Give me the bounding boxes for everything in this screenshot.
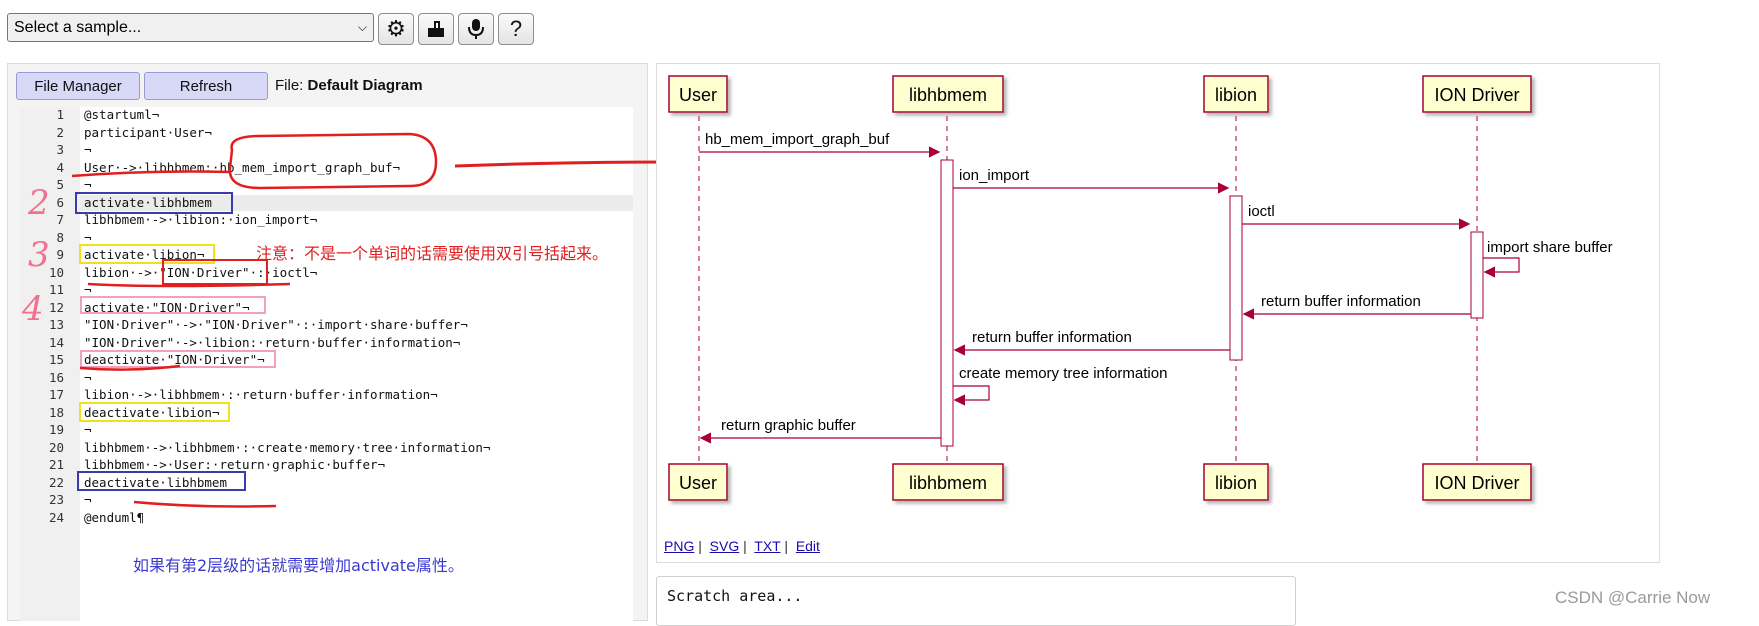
svg-text:ION Driver: ION Driver bbox=[1435, 473, 1520, 493]
link-separator: | bbox=[743, 538, 747, 554]
arrowhead bbox=[1483, 266, 1496, 278]
link-separator: | bbox=[698, 538, 702, 554]
message-label: hb_mem_import_graph_buf bbox=[705, 131, 890, 148]
message-label: ioctl bbox=[1248, 203, 1275, 220]
edit-link[interactable]: Edit bbox=[796, 538, 820, 554]
scratch-area[interactable]: Scratch area... bbox=[656, 576, 1296, 626]
activation-libhbmem bbox=[940, 159, 954, 447]
message-label: return graphic buffer bbox=[721, 417, 856, 434]
participant-user: User bbox=[668, 75, 728, 113]
svg-text:User: User bbox=[679, 85, 717, 105]
handwritten-number-4: 4 bbox=[21, 289, 44, 329]
message-label: create memory tree information bbox=[959, 365, 1167, 382]
scratch-placeholder: Scratch area... bbox=[667, 587, 803, 605]
message-label: import share buffer bbox=[1487, 239, 1613, 256]
message-label: ion_import bbox=[959, 167, 1030, 184]
participant-libhbmem: libhbmem bbox=[892, 75, 1004, 113]
arrowhead bbox=[1242, 308, 1255, 320]
arrowhead bbox=[928, 146, 941, 158]
participant-ion-driver: ION Driver bbox=[1422, 75, 1532, 113]
svg-text:ION Driver: ION Driver bbox=[1435, 85, 1520, 105]
link-separator: | bbox=[784, 538, 789, 554]
svg-link[interactable]: SVG bbox=[710, 538, 740, 554]
participant-libhbmem-bottom: libhbmem bbox=[892, 463, 1004, 501]
lifelines bbox=[698, 106, 1478, 468]
svg-text:User: User bbox=[679, 473, 717, 493]
participant-libion-bottom: libion bbox=[1203, 463, 1269, 501]
annotation-note-quotes: 注意：不是一个单词的话需要使用双引号括起来。 bbox=[256, 244, 609, 263]
message-label: return buffer information bbox=[1261, 293, 1421, 310]
svg-text:libhbmem: libhbmem bbox=[909, 473, 987, 493]
svg-text:libion: libion bbox=[1215, 473, 1257, 493]
watermark: CSDN @Carrie Now bbox=[1555, 588, 1711, 607]
participant-libion: libion bbox=[1203, 75, 1269, 113]
participant-ion-driver-bottom: ION Driver bbox=[1422, 463, 1532, 501]
activation-ion-driver bbox=[1470, 231, 1484, 319]
arrowhead bbox=[699, 432, 712, 444]
txt-link[interactable]: TXT bbox=[754, 538, 780, 554]
participants-bottom: User libhbmem libion ION Driver bbox=[668, 463, 1532, 501]
activation-libion bbox=[1229, 195, 1243, 361]
participants-top: User libhbmem libion ION Driver bbox=[668, 75, 1532, 113]
annotation-note-activate: 如果有第2层级的话就需要增加activate属性。 bbox=[133, 556, 464, 575]
svg-text:libhbmem: libhbmem bbox=[909, 85, 987, 105]
participant-user-bottom: User bbox=[668, 463, 728, 501]
sequence-diagram: User libhbmem libion ION Driver User lib… bbox=[668, 75, 1613, 501]
handwritten-number-3: 3 bbox=[28, 235, 50, 275]
arrowhead bbox=[1217, 182, 1230, 194]
arrowhead bbox=[953, 394, 966, 406]
handwritten-number-2: 2 bbox=[27, 183, 50, 223]
diagram-panel: User libhbmem libion ION Driver User lib… bbox=[656, 63, 1660, 563]
arrowhead bbox=[953, 344, 966, 356]
svg-text:libion: libion bbox=[1215, 85, 1257, 105]
export-links: PNG | SVG | TXT | Edit bbox=[664, 538, 820, 554]
message-label: return buffer information bbox=[972, 329, 1132, 346]
arrowhead bbox=[1458, 218, 1471, 230]
png-link[interactable]: PNG bbox=[664, 538, 694, 554]
